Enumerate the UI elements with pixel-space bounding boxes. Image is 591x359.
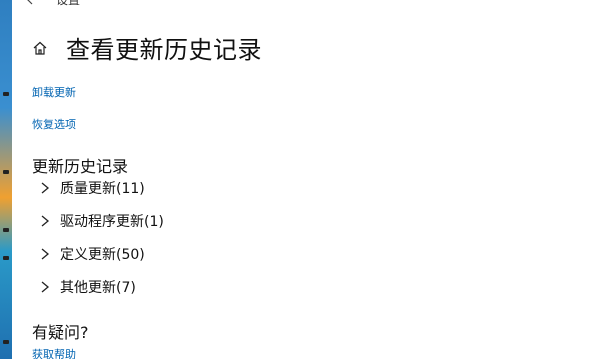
quality-updates-group[interactable]: 质量更新(11) bbox=[40, 178, 145, 198]
desktop-icon-fragment bbox=[3, 170, 9, 174]
chevron-right-icon bbox=[40, 247, 50, 261]
help-heading: 有疑问? bbox=[32, 323, 89, 342]
home-icon bbox=[32, 40, 48, 56]
title-bar: 设置 bbox=[24, 0, 80, 8]
chevron-right-icon bbox=[40, 280, 50, 294]
group-label: 其他更新(7) bbox=[60, 280, 136, 296]
desktop-icon-fragment bbox=[3, 256, 9, 260]
screen: 设置 查看更新历史记录 卸载更新 恢复选项 更新历史记录 质量更新(11) bbox=[0, 0, 591, 359]
recovery-options-link[interactable]: 恢复选项 bbox=[32, 116, 76, 132]
page-header: 查看更新历史记录 bbox=[32, 30, 262, 65]
get-help-link[interactable]: 获取帮助 bbox=[32, 346, 76, 359]
window-title: 设置 bbox=[56, 0, 80, 8]
group-label: 质量更新(11) bbox=[60, 181, 145, 197]
back-arrow-icon[interactable] bbox=[24, 0, 36, 6]
desktop-icon-fragment bbox=[3, 340, 9, 344]
chevron-right-icon bbox=[40, 181, 50, 195]
chevron-right-icon bbox=[40, 214, 50, 228]
desktop-icon-fragment bbox=[3, 228, 9, 232]
desktop-background-strip bbox=[0, 0, 12, 359]
group-label: 驱动程序更新(1) bbox=[60, 214, 164, 230]
other-updates-group[interactable]: 其他更新(7) bbox=[40, 277, 136, 297]
page-title: 查看更新历史记录 bbox=[66, 36, 262, 64]
settings-window: 设置 查看更新历史记录 卸载更新 恢复选项 更新历史记录 质量更新(11) bbox=[12, 0, 591, 359]
uninstall-updates-link[interactable]: 卸载更新 bbox=[32, 84, 76, 100]
update-history-heading: 更新历史记录 bbox=[32, 157, 129, 176]
desktop-icon-fragment bbox=[3, 92, 9, 96]
group-label: 定义更新(50) bbox=[60, 247, 145, 263]
definition-updates-group[interactable]: 定义更新(50) bbox=[40, 244, 145, 264]
driver-updates-group[interactable]: 驱动程序更新(1) bbox=[40, 211, 164, 231]
